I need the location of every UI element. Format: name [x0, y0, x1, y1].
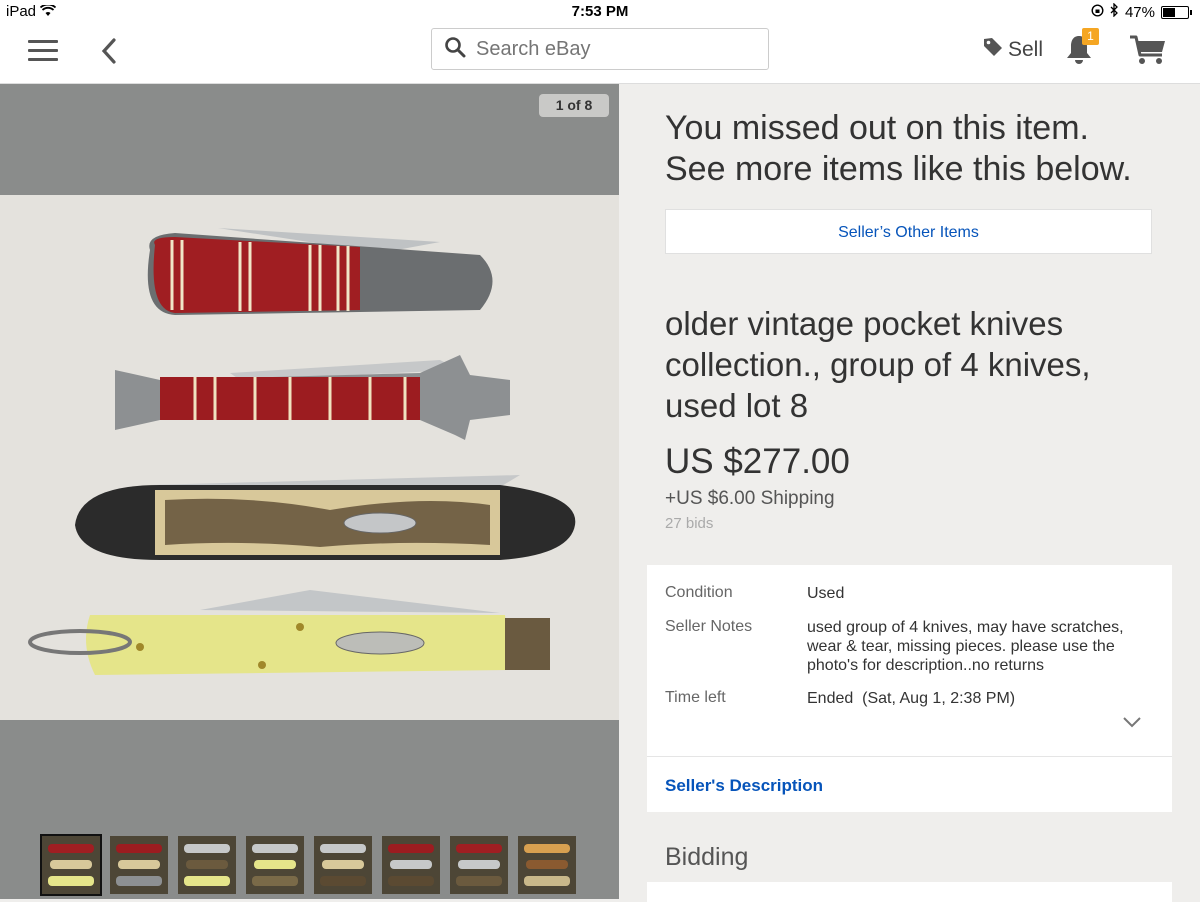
sell-button[interactable]: Sell [982, 36, 1043, 64]
rotation-lock-icon [1091, 3, 1104, 21]
bluetooth-icon [1110, 2, 1119, 21]
status-icons: 47% [1091, 2, 1192, 21]
shipping-cost: +US $6.00 Shipping [665, 488, 835, 509]
image-gallery: 1 of 8 [0, 84, 619, 899]
thumbnail-4[interactable] [246, 836, 304, 894]
sellers-other-items-button[interactable]: Seller’s Other Items [665, 209, 1152, 254]
thumbnail-3[interactable] [178, 836, 236, 894]
back-chevron-icon[interactable] [98, 36, 122, 66]
time-left-label: Time left [665, 689, 726, 706]
time-left-value: Ended (Sat, Aug 1, 2:38 PM) [807, 690, 1016, 707]
item-title: older vintage pocket knives collection.,… [665, 305, 1091, 424]
clock: 7:53 PM [571, 3, 629, 20]
thumbnail-strip [40, 834, 576, 896]
hamburger-menu-icon[interactable] [28, 40, 58, 62]
condition-label: Condition [665, 584, 733, 601]
bid-count[interactable]: 27 bids [665, 515, 713, 532]
battery-tip [1190, 9, 1192, 15]
thumbnail-2[interactable] [110, 836, 168, 894]
sell-label: Sell [1008, 38, 1044, 61]
cart-icon[interactable] [1128, 33, 1168, 67]
thumbnail-5[interactable] [314, 836, 372, 894]
thumbnail-1[interactable] [40, 834, 102, 896]
sellers-description-link[interactable]: Seller's Description [665, 776, 823, 796]
missed-line-1: You missed out on this item. [665, 109, 1089, 147]
missed-line-2: See more items like this below. [665, 150, 1132, 188]
thumbnail-8[interactable] [518, 836, 576, 894]
seller-notes-value: used group of 4 knives, may have scratch… [807, 619, 1124, 674]
tag-icon [982, 36, 1004, 64]
seller-notes-label: Seller Notes [665, 618, 753, 635]
listing-details: You missed out on this item. See more it… [619, 84, 1200, 902]
thumbnail-7[interactable] [450, 836, 508, 894]
notification-badge: 1 [1082, 28, 1099, 45]
battery-percent: 47% [1124, 3, 1155, 21]
top-navbar: Sell 1 [0, 24, 1200, 84]
status-bar: iPad 7:53 PM 47% [0, 0, 1200, 24]
battery-icon [1161, 5, 1189, 19]
search-icon [444, 36, 466, 63]
knife-3-image [75, 475, 576, 560]
item-details-card: Condition Used Seller Notes used group o… [647, 565, 1172, 812]
image-counter: 1 of 8 [539, 94, 609, 117]
divider [647, 756, 1172, 757]
bidding-card [647, 882, 1172, 902]
main-photo[interactable] [0, 195, 619, 720]
missed-out-message: You missed out on this item. See more it… [665, 108, 1132, 190]
bidding-heading: Bidding [665, 843, 749, 871]
thumbnail-6[interactable] [382, 836, 440, 894]
item-price: US $277.00 [665, 442, 850, 481]
search-input[interactable] [476, 37, 746, 61]
chevron-down-icon[interactable] [1122, 715, 1142, 729]
condition-value: Used [807, 585, 845, 602]
search-box[interactable] [431, 28, 769, 70]
